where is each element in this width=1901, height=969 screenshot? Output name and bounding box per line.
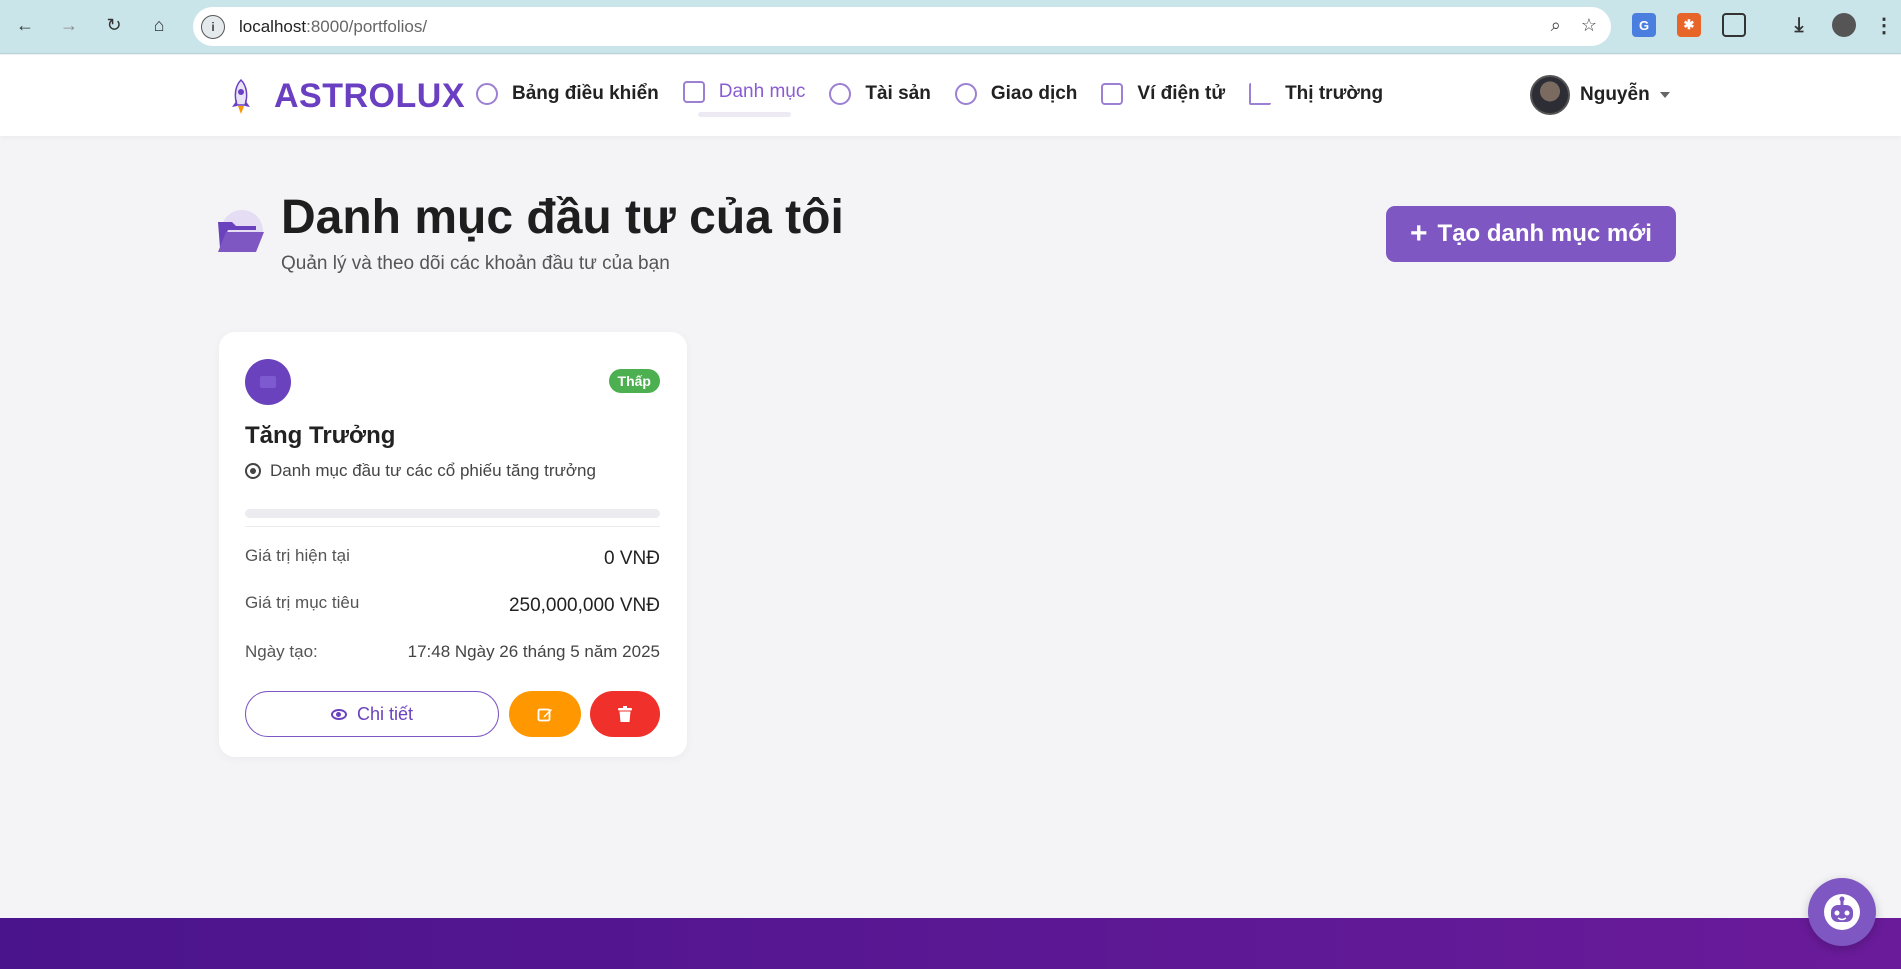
eye-icon: [330, 708, 347, 720]
money-bag-icon: [829, 83, 852, 105]
plus-icon: +: [1410, 217, 1428, 250]
target-value: 250,000,000 VNĐ: [508, 595, 660, 616]
nav-item-assets[interactable]: Tài sản: [829, 83, 931, 105]
back-arrow-icon[interactable]: ←: [12, 12, 38, 38]
robot-icon: [1824, 894, 1860, 930]
detail-button[interactable]: Chi tiết: [245, 691, 499, 737]
forward-arrow-icon[interactable]: →: [56, 12, 82, 38]
chart-icon: [1249, 83, 1272, 105]
portfolio-folder-icon: [245, 359, 291, 405]
description-text: Danh mục đầu tư các cổ phiếu tăng trưởng: [270, 461, 596, 480]
menu-kebab-icon[interactable]: ⋮: [1872, 13, 1896, 37]
browser-toolbar: ← → ↻ ⌂ i localhost:8000/portfolios/ ⌕ ☆…: [0, 0, 1901, 54]
dashboard-icon: [476, 83, 498, 105]
nav-item-wallet[interactable]: Ví điện tử: [1101, 83, 1225, 105]
edit-button[interactable]: [509, 691, 581, 737]
target-icon: [245, 463, 261, 479]
rocket-icon: [224, 78, 258, 116]
user-menu[interactable]: Nguyễn: [1530, 75, 1670, 115]
button-label: Chi tiết: [356, 703, 414, 724]
button-label: Tạo danh mục mới: [1437, 220, 1652, 247]
main-navigation: Bảng điều khiển Danh mục Tài sản Giao dị…: [476, 81, 1407, 117]
risk-badge: Thấp: [608, 369, 660, 393]
wallet-icon: [1101, 83, 1124, 105]
target-value-row: Giá trị mục tiêu 250,000,000 VNĐ: [245, 593, 660, 617]
portfolio-name: Tăng Trưởng: [245, 422, 396, 449]
nav-item-transactions[interactable]: Giao dịch: [954, 83, 1078, 105]
url-text: localhost:8000/portfolios/: [239, 16, 428, 36]
target-value-label: Giá trị mục tiêu: [245, 593, 360, 612]
current-value: 0 VNĐ: [604, 548, 660, 569]
portfolio-icon: [682, 81, 705, 103]
delete-button[interactable]: [590, 691, 660, 737]
site-info-icon[interactable]: i: [201, 14, 225, 39]
bookmark-star-icon[interactable]: ☆: [1581, 15, 1597, 36]
brand-link[interactable]: ASTROLUX: [224, 77, 465, 116]
divider: [245, 526, 660, 527]
portfolio-description: Danh mục đầu tư các cổ phiếu tăng trưởng: [245, 461, 596, 481]
created-date-row: Ngày tạo: 17:48 Ngày 26 tháng 5 năm 2025: [245, 642, 660, 662]
nav-label: Bảng điều khiển: [512, 83, 659, 104]
nav-item-portfolio[interactable]: Danh mục: [682, 81, 806, 117]
coin-icon: [954, 83, 977, 105]
footer: [0, 918, 1901, 969]
chatbot-button[interactable]: [1808, 878, 1876, 946]
user-name: Nguyễn: [1580, 84, 1650, 105]
nav-item-dashboard[interactable]: Bảng điều khiển: [476, 83, 659, 105]
chevron-down-icon: [1659, 92, 1670, 98]
folder-open-icon: [216, 210, 266, 256]
brand-name: ASTROLUX: [274, 77, 465, 115]
portfolio-card: Thấp Tăng Trưởng Danh mục đầu tư các cổ …: [219, 332, 687, 757]
extensions-puzzle-icon[interactable]: [1722, 13, 1746, 37]
nav-label: Danh mục: [718, 81, 806, 102]
progress-bar: [245, 509, 660, 518]
page-title: Danh mục đầu tư của tôi: [281, 191, 844, 244]
page-subtitle: Quản lý và theo dõi các khoản đầu tư của…: [281, 253, 670, 274]
download-icon[interactable]: ⤓: [1787, 13, 1811, 37]
create-portfolio-button[interactable]: + Tạo danh mục mới: [1386, 206, 1676, 262]
nav-item-market[interactable]: Thị trường: [1249, 83, 1383, 105]
home-icon[interactable]: ⌂: [146, 12, 172, 38]
reload-icon[interactable]: ↻: [101, 12, 127, 38]
nav-label: Thị trường: [1285, 83, 1384, 104]
created-date: 17:48 Ngày 26 tháng 5 năm 2025: [407, 642, 660, 661]
translate-extension-icon[interactable]: G: [1632, 13, 1656, 37]
nav-label: Ví điện tử: [1137, 83, 1226, 104]
current-value-label: Giá trị hiện tại: [245, 546, 350, 565]
current-value-row: Giá trị hiện tại 0 VNĐ: [245, 546, 660, 570]
edit-icon: [537, 708, 552, 722]
zoom-icon[interactable]: ⌕: [1551, 15, 1561, 36]
nav-label: Tài sản: [865, 83, 931, 104]
created-date-label: Ngày tạo:: [245, 642, 318, 661]
trash-icon: [618, 706, 632, 722]
app-navbar: ASTROLUX Bảng điều khiển Danh mục Tài sả…: [0, 55, 1901, 136]
avatar: [1530, 75, 1570, 115]
address-bar[interactable]: i localhost:8000/portfolios/ ⌕ ☆: [193, 7, 1611, 46]
extension-icon[interactable]: ✱: [1677, 13, 1701, 37]
profile-avatar-icon[interactable]: [1832, 13, 1856, 37]
nav-label: Giao dịch: [990, 83, 1078, 104]
